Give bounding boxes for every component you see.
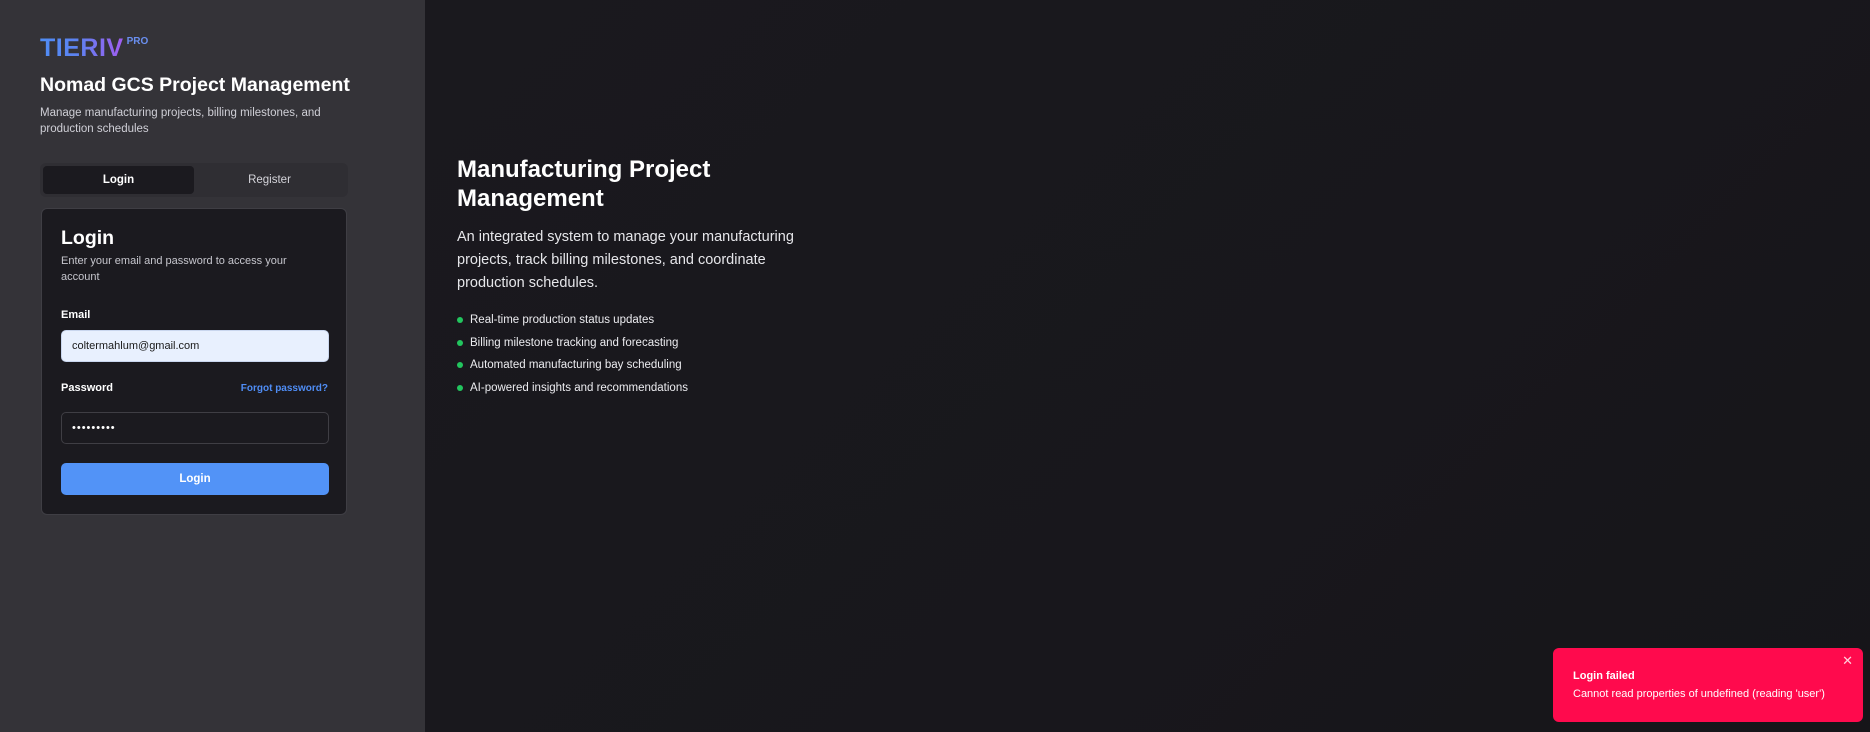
close-icon[interactable]: ✕ (1842, 654, 1853, 668)
login-card: Login Enter your email and password to a… (41, 208, 347, 515)
bullet-dot-icon (457, 384, 463, 391)
tab-login[interactable]: Login (43, 166, 194, 194)
email-label: Email (61, 309, 91, 321)
brand-logo: TIERIV PRO (40, 34, 148, 63)
app-title: Nomad GCS Project Management (40, 74, 350, 96)
login-card-description: Enter your email and password to access … (61, 255, 287, 283)
error-toast: Login failed Cannot read properties of u… (1553, 648, 1863, 722)
toast-title: Login failed (1573, 670, 1635, 682)
password-field[interactable] (61, 412, 329, 444)
list-item: AI-powered insights and recommendations (457, 377, 688, 400)
bullet-dot-icon (457, 317, 463, 324)
feature-text: Billing milestone tracking and forecasti… (470, 336, 679, 349)
hero-description: An integrated system to manage your manu… (457, 229, 794, 291)
login-card-title: Login (61, 227, 115, 249)
brand-name: TIERIV (40, 34, 124, 62)
bullet-dot-icon (457, 362, 463, 369)
password-label: Password (61, 382, 113, 394)
app-subtitle: Manage manufacturing projects, billing m… (40, 107, 321, 135)
forgot-password-link[interactable]: Forgot password? (241, 383, 328, 394)
feature-list: Real-time production status updates Bill… (457, 309, 688, 399)
feature-text: Automated manufacturing bay scheduling (470, 359, 682, 372)
toast-message: Cannot read properties of undefined (rea… (1573, 688, 1825, 700)
hero-title: Manufacturing Project Management (457, 156, 711, 212)
bullet-dot-icon (457, 339, 463, 346)
auth-tabs: Login Register (40, 163, 348, 197)
list-item: Real-time production status updates (457, 309, 688, 332)
login-button[interactable]: Login (61, 463, 329, 495)
brand-badge: PRO (126, 36, 149, 47)
list-item: Automated manufacturing bay scheduling (457, 354, 688, 377)
email-field[interactable] (61, 330, 329, 362)
tab-register[interactable]: Register (194, 166, 345, 194)
feature-text: Real-time production status updates (470, 314, 655, 327)
left-panel: TIERIV PRO Nomad GCS Project Management … (0, 0, 425, 732)
list-item: Billing milestone tracking and forecasti… (457, 332, 688, 355)
feature-text: AI-powered insights and recommendations (470, 381, 688, 394)
